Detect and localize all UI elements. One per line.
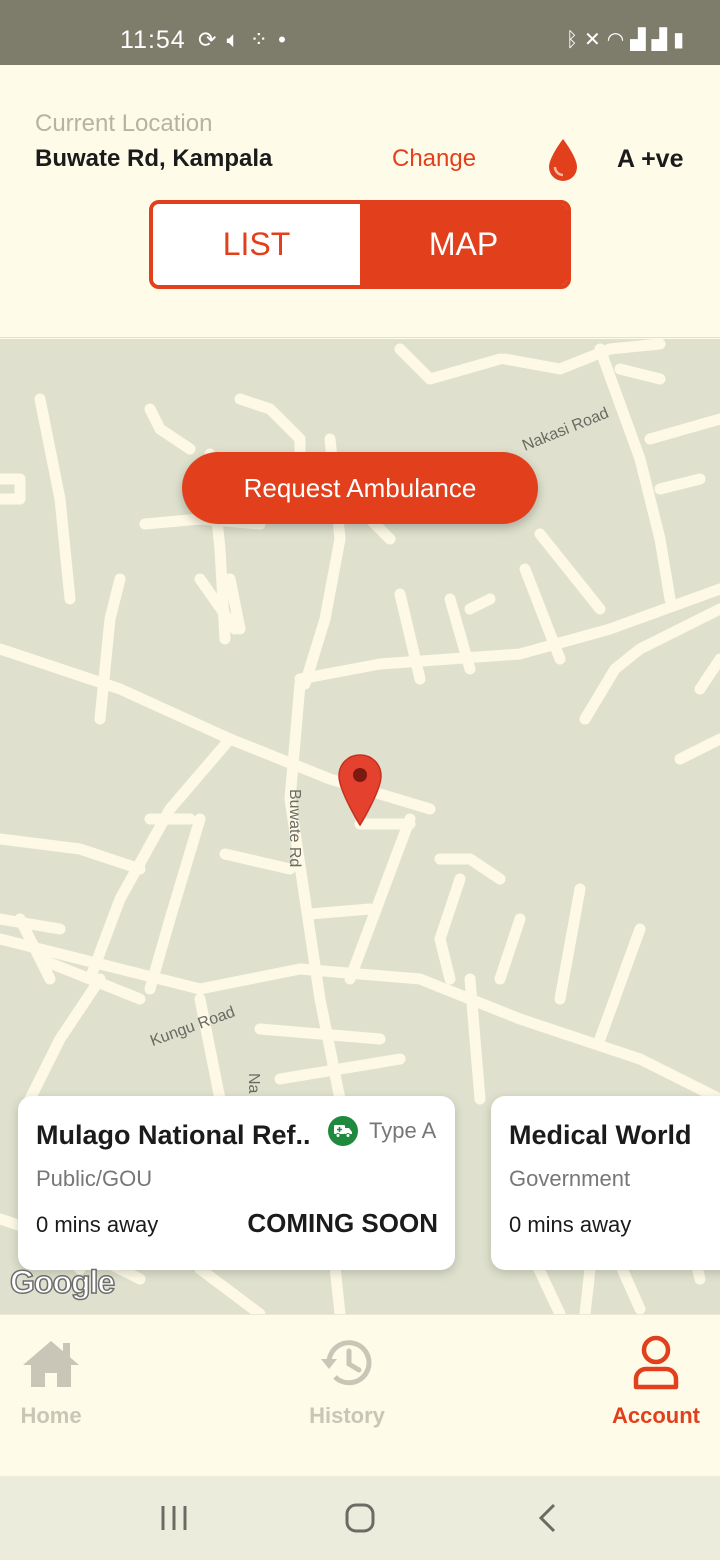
blood-type-label: A +ve <box>617 145 684 173</box>
nav-home[interactable]: Home <box>0 1315 116 1477</box>
dot-icon: • <box>278 27 296 52</box>
home-circle-icon[interactable] <box>340 1498 380 1538</box>
status-right-icons: ᛒ✕◠▟▟▮ <box>566 27 690 52</box>
battery-icon: ▮ <box>672 29 690 51</box>
nav-account[interactable]: Account <box>591 1315 720 1477</box>
hospital-distance: 0 mins away <box>36 1212 159 1237</box>
wifi-icon: ◠ <box>606 29 631 51</box>
history-icon <box>321 1340 372 1386</box>
hospital-ownership: Government <box>509 1166 631 1191</box>
location-header: Current Location Buwate Rd, Kampala Chan… <box>0 65 720 338</box>
home-icon <box>23 1341 79 1387</box>
blood-drop-icon <box>549 139 577 181</box>
bluetooth-icon: ᛒ <box>565 29 584 51</box>
hospital-card[interactable]: Medical World Government 0 mins away <box>491 1096 720 1270</box>
nav-history-label: History <box>309 1403 385 1428</box>
current-location-label: Current Location <box>35 110 213 137</box>
signal-icon: ▟ <box>651 29 673 51</box>
nav-home-label: Home <box>20 1403 82 1428</box>
recent-apps-icon[interactable] <box>154 1498 194 1538</box>
change-location-link[interactable]: Change <box>392 145 476 173</box>
hospital-status: COMING SOON <box>247 1208 438 1238</box>
account-icon <box>633 1335 679 1390</box>
ambulance-type: Type A <box>369 1118 437 1143</box>
map-view[interactable]: Nakasi Road Buwate Rd Kungu Road Na Requ… <box>0 339 720 1314</box>
ambulance-icon <box>328 1116 358 1146</box>
hospital-name: Medical World <box>509 1120 692 1150</box>
request-ambulance-button[interactable]: Request Ambulance <box>182 452 538 524</box>
nav-account-label: Account <box>612 1403 700 1428</box>
back-icon[interactable] <box>528 1498 568 1538</box>
apps-icon: ⁘ <box>249 27 279 52</box>
bottom-navigation: Home History Account <box>0 1314 720 1476</box>
hospital-ownership: Public/GOU <box>36 1166 153 1191</box>
list-view-tab[interactable]: LIST <box>153 204 360 285</box>
status-left-icons: ⟳🔈︎⁘• <box>198 27 296 53</box>
google-logo: Google <box>9 1263 116 1301</box>
sync-icon: ⟳ <box>198 27 227 52</box>
road-label-na: Na <box>245 1073 262 1094</box>
hospital-name: Mulago National Ref.. <box>36 1120 311 1150</box>
status-time: 11:54 <box>120 26 186 54</box>
mute-icon: ✕ <box>583 29 607 51</box>
hospital-card[interactable]: Mulago National Ref.. Type A Public/GOU … <box>18 1096 455 1270</box>
system-navigation-bar <box>0 1476 720 1560</box>
volume-icon: 🔈︎ <box>226 27 250 52</box>
status-bar: 11:54 ⟳🔈︎⁘• ᛒ✕◠▟▟▮ <box>0 0 720 65</box>
location-pin-icon[interactable] <box>337 753 383 827</box>
current-location-value: Buwate Rd, Kampala <box>35 145 273 172</box>
nav-history[interactable]: History <box>282 1315 412 1477</box>
hospital-distance: 0 mins away <box>509 1212 632 1237</box>
view-toggle: LIST MAP <box>149 200 571 289</box>
road-label-buwate: Buwate Rd <box>286 789 303 868</box>
signal-icon: ▟ <box>630 29 652 51</box>
map-view-tab[interactable]: MAP <box>360 204 567 285</box>
